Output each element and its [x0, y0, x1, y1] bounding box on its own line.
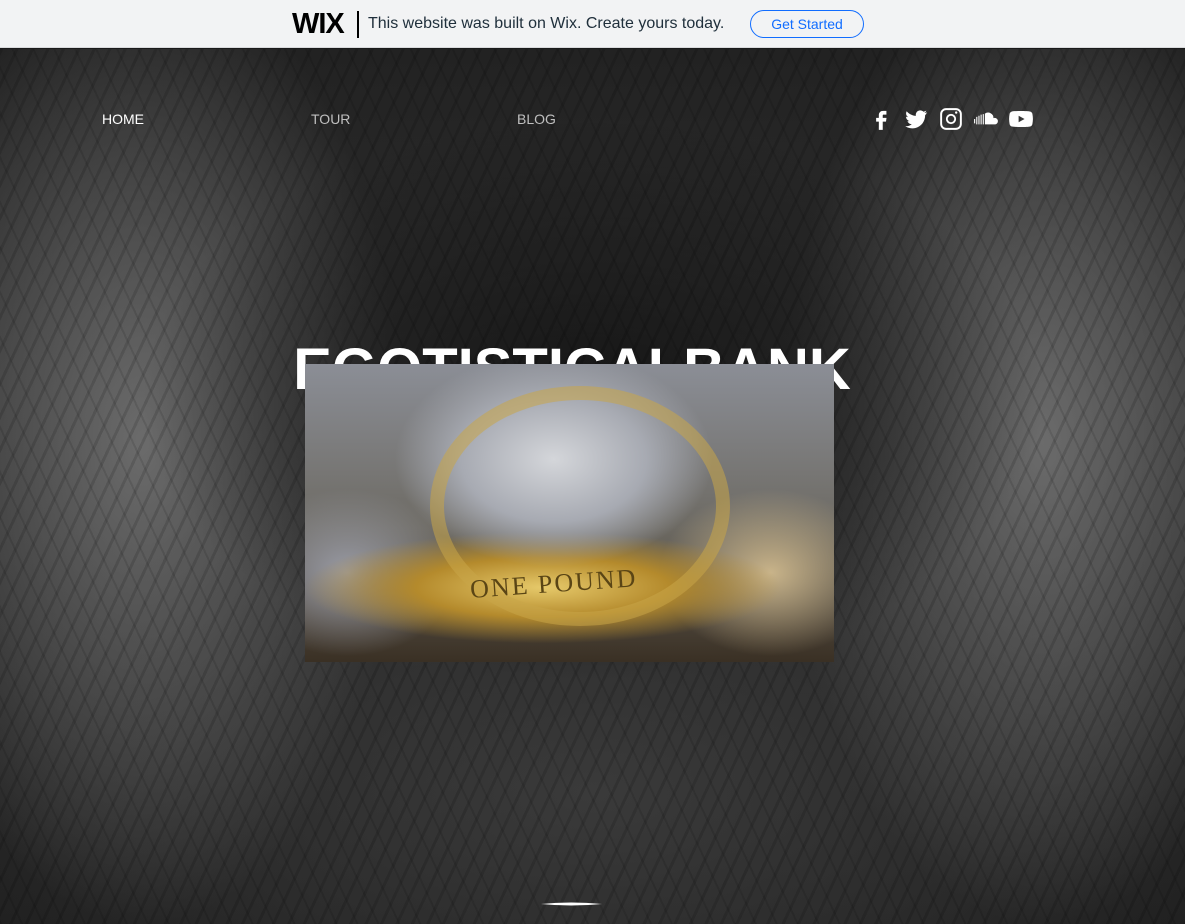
soundcloud-icon[interactable] — [973, 106, 1001, 132]
twitter-icon[interactable] — [903, 106, 931, 132]
nav-item-tour[interactable]: TOUR — [311, 111, 350, 127]
banner-message: This website was built on Wix. Create yo… — [368, 15, 725, 32]
youtube-icon[interactable] — [1008, 106, 1036, 132]
wix-banner: WIX This website was built on Wix. Creat… — [0, 0, 1185, 48]
hero-image-coins: ONE POUND — [305, 364, 834, 662]
site-background: HOME TOUR BLOG EGOTISTICALBANK ONE POUND — [0, 49, 1185, 924]
banner-divider — [357, 11, 359, 38]
instagram-icon[interactable] — [938, 106, 966, 132]
nav-item-home[interactable]: HOME — [102, 111, 144, 127]
wix-logo[interactable]: WIX — [292, 8, 345, 40]
facebook-icon[interactable] — [868, 106, 896, 132]
nav-item-blog[interactable]: BLOG — [517, 111, 556, 127]
get-started-button[interactable]: Get Started — [750, 10, 864, 38]
scroll-indicator — [541, 902, 602, 906]
